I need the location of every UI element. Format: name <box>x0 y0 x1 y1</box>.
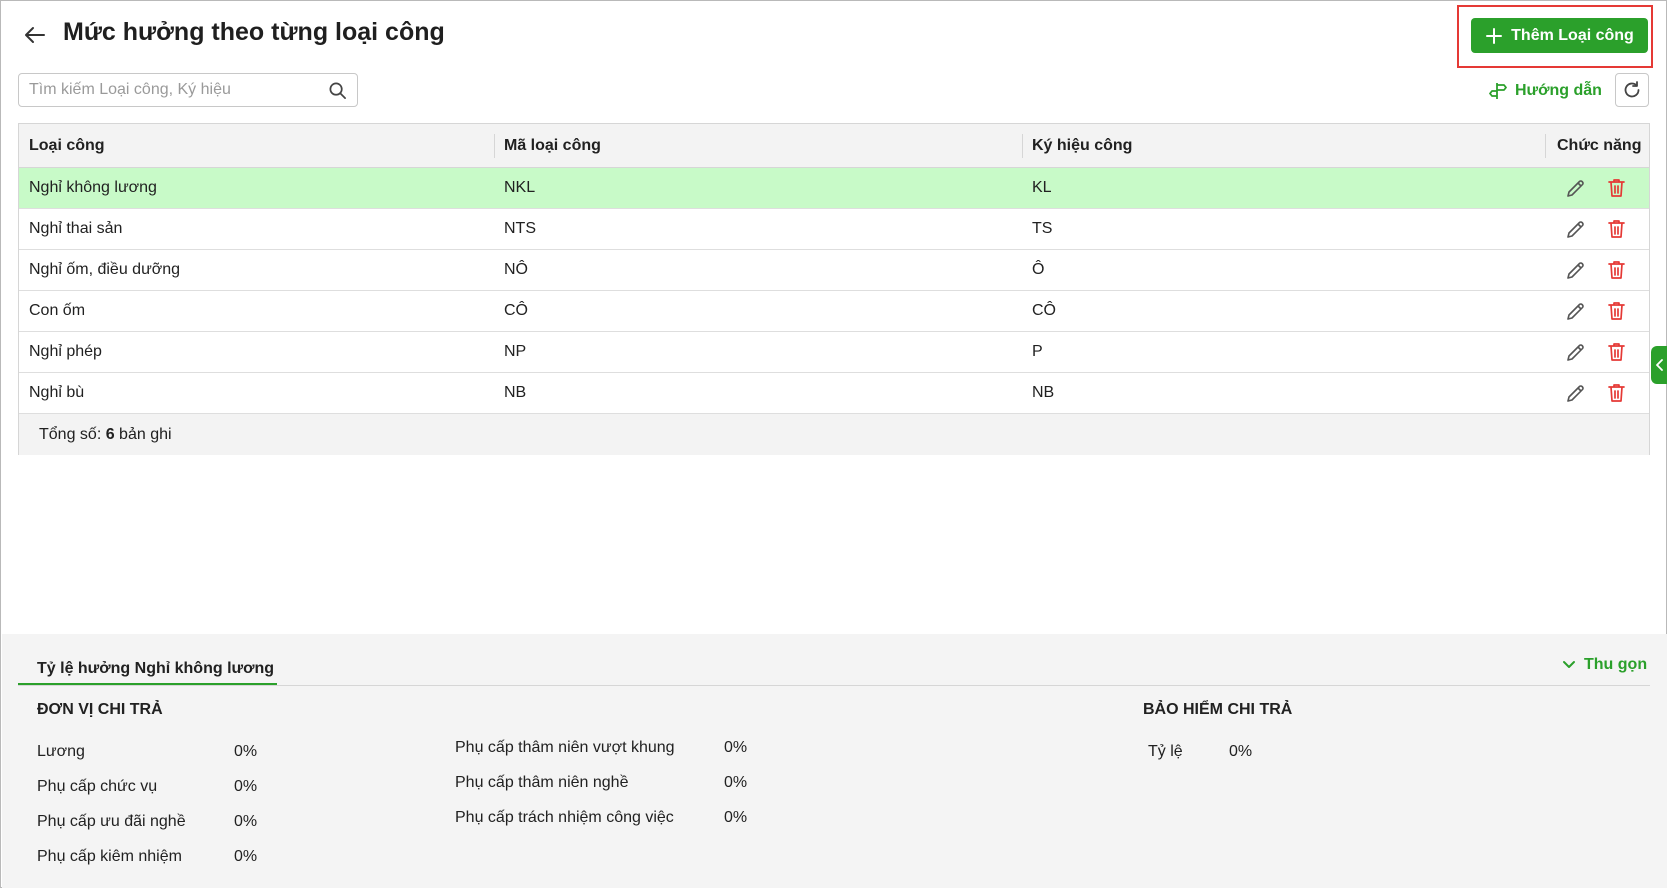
cell-code: NÔ <box>504 261 528 278</box>
cell-symbol: NB <box>1032 384 1055 401</box>
cell-code: NB <box>504 384 527 401</box>
cell-code: NTS <box>504 220 536 237</box>
page-title: Mức hưởng theo từng loại công <box>63 18 445 46</box>
cell-code: NP <box>504 343 527 360</box>
rate-value: 0% <box>234 813 258 830</box>
rate-label: Phụ cấp thâm niên nghề <box>455 774 629 791</box>
cell-type: Con ốm <box>29 302 86 319</box>
column-header-type[interactable]: Loại công <box>29 124 105 168</box>
table-row[interactable]: Nghỉ không lương NKL KL <box>19 168 1649 209</box>
edit-pencil-icon[interactable] <box>1565 219 1586 240</box>
rate-label: Phụ cấp thâm niên vượt khung <box>455 739 675 756</box>
total-prefix: Tổng số: <box>39 426 106 443</box>
edit-pencil-icon[interactable] <box>1565 342 1586 363</box>
guide-link[interactable]: Hướng dẫn <box>1489 80 1602 102</box>
search-input[interactable] <box>29 74 319 106</box>
rate-value: 0% <box>234 778 258 795</box>
rate-label: Phụ cấp chức vụ <box>37 778 158 795</box>
trash-icon[interactable] <box>1606 341 1627 363</box>
tab-rate-label: Tỷ lệ hưởng Nghỉ không lương <box>37 660 275 677</box>
rate-label: Lương <box>37 743 85 760</box>
edit-pencil-icon[interactable] <box>1565 301 1586 322</box>
rate-value: 0% <box>234 848 258 865</box>
side-panel-toggle[interactable] <box>1651 346 1667 384</box>
table-row[interactable]: Nghỉ phép NP P <box>19 332 1649 373</box>
rate-value: 0% <box>724 739 748 756</box>
table-row[interactable]: Nghỉ thai sản NTS TS <box>19 209 1649 250</box>
trash-icon[interactable] <box>1606 259 1627 281</box>
edit-pencil-icon[interactable] <box>1565 260 1586 281</box>
trash-icon[interactable] <box>1606 300 1627 322</box>
table-body: Nghỉ không lương NKL KL Nghỉ thai sản NTS TS N… <box>19 168 1649 414</box>
table-footer: Tổng số: 6 bản ghi <box>19 414 1649 455</box>
cell-code: NKL <box>504 179 536 196</box>
collapse-button[interactable]: Thu gọn <box>1562 656 1647 674</box>
table-row[interactable]: Nghỉ ốm, điều dưỡng NÔ Ô <box>19 250 1649 291</box>
cell-type: Nghỉ phép <box>29 343 102 360</box>
edit-pencil-icon[interactable] <box>1565 383 1586 404</box>
guide-label: Hướng dẫn <box>1515 82 1602 99</box>
back-arrow-icon[interactable] <box>23 23 47 47</box>
tab-rate[interactable]: Tỷ lệ hưởng Nghỉ không lương <box>18 654 277 686</box>
add-button-label: Thêm Loại công <box>1511 26 1634 44</box>
trash-icon[interactable] <box>1606 177 1627 199</box>
column-header-code[interactable]: Mã loại công <box>504 124 601 168</box>
add-work-type-button[interactable]: Thêm Loại công <box>1471 18 1648 53</box>
employer-section-title: ĐƠN VỊ CHI TRẢ <box>37 701 163 718</box>
column-header-actions: Chức năng <box>1557 137 1642 154</box>
edit-pencil-icon[interactable] <box>1565 178 1586 199</box>
cell-symbol: P <box>1032 343 1043 360</box>
chevron-down-icon <box>1563 661 1575 668</box>
trash-icon[interactable] <box>1606 382 1627 404</box>
cell-symbol: Ô <box>1032 261 1045 278</box>
rate-value: 0% <box>724 774 748 791</box>
column-divider <box>1022 134 1023 158</box>
search-icon[interactable] <box>328 81 347 100</box>
rate-label: Phụ cấp kiêm nhiệm <box>37 848 182 865</box>
cell-symbol: CÔ <box>1032 302 1056 319</box>
cell-type: Nghỉ bù <box>29 384 85 401</box>
rate-label: Phụ cấp trách nhiệm công việc <box>455 809 674 826</box>
rate-label: Tỷ lệ <box>1148 743 1183 760</box>
cell-type: Nghỉ ốm, điều dưỡng <box>29 261 181 278</box>
refresh-icon <box>1624 81 1640 98</box>
guide-signpost-icon <box>1489 83 1507 99</box>
insurance-section-title: BẢO HIỂM CHI TRẢ <box>1143 701 1293 718</box>
app-frame: Mức hưởng theo từng loại công Thêm Loại … <box>0 0 1667 888</box>
panel-divider <box>18 685 1650 686</box>
search-box <box>18 73 358 107</box>
cell-type: Nghỉ không lương <box>29 179 157 196</box>
table-header: Loại công Mã loại công Ký hiệu công Chức… <box>19 124 1649 168</box>
chevron-left-icon <box>1655 359 1663 371</box>
cell-code: CÔ <box>504 302 528 319</box>
rate-label: Phụ cấp ưu đãi nghề <box>37 813 186 830</box>
cell-type: Nghỉ thai sản <box>29 220 123 237</box>
column-divider <box>1545 134 1546 158</box>
total-suffix: bản ghi <box>114 426 172 443</box>
total-count: 6 <box>105 426 115 443</box>
trash-icon[interactable] <box>1606 218 1627 240</box>
plus-icon <box>1486 27 1503 44</box>
cell-symbol: TS <box>1032 220 1053 237</box>
rate-value: 0% <box>1229 743 1253 760</box>
refresh-button[interactable] <box>1615 73 1649 107</box>
work-type-table: Loại công Mã loại công Ký hiệu công Chức… <box>18 123 1650 455</box>
table-row[interactable]: Con ốm CÔ CÔ <box>19 291 1649 332</box>
rate-value: 0% <box>234 743 258 760</box>
cell-symbol: KL <box>1032 179 1052 196</box>
column-divider <box>494 134 495 158</box>
rate-value: 0% <box>724 809 748 826</box>
column-header-symbol[interactable]: Ký hiệu công <box>1032 124 1132 168</box>
detail-panel: Tỷ lệ hưởng Nghỉ không lương Thu gọn ĐƠN… <box>2 634 1667 888</box>
table-row[interactable]: Nghỉ bù NB NB <box>19 373 1649 414</box>
collapse-label: Thu gọn <box>1584 656 1648 673</box>
